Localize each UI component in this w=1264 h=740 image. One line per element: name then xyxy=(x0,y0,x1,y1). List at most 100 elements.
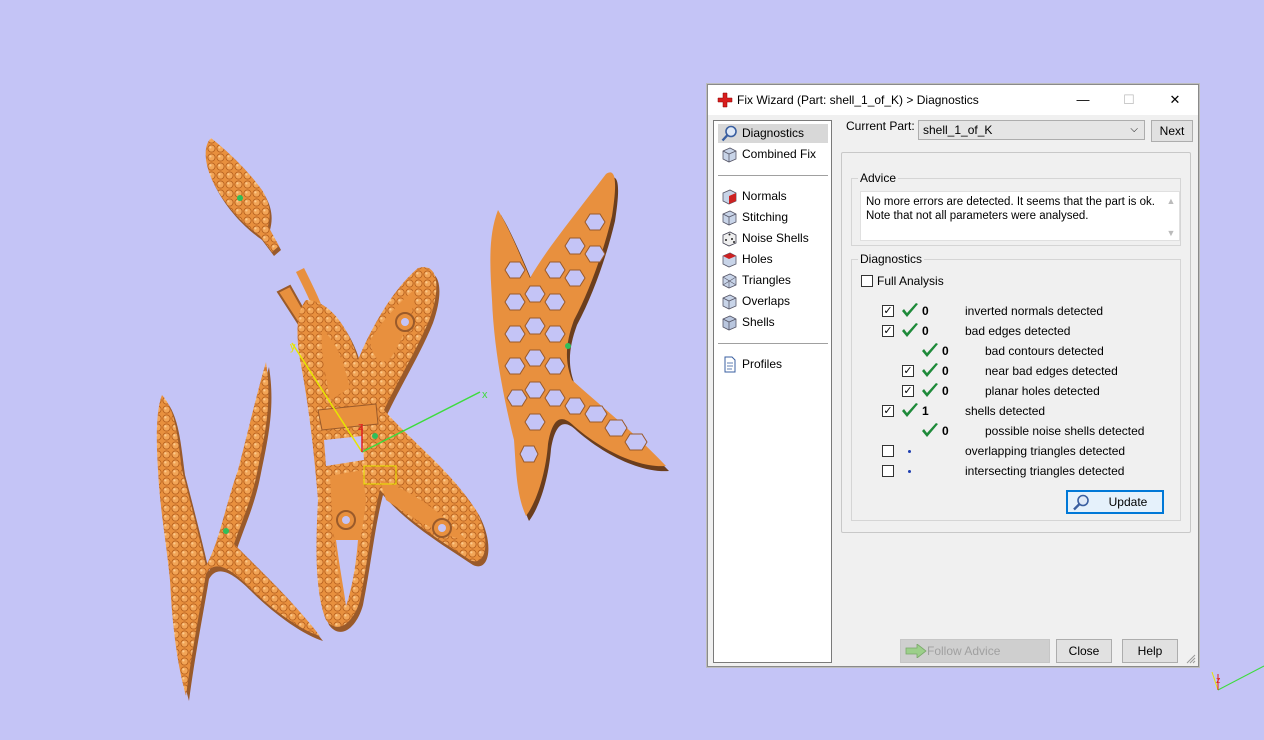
pending-dot-icon xyxy=(908,470,911,473)
model-letter-k-left xyxy=(156,362,323,701)
minimize-button[interactable]: — xyxy=(1060,85,1106,115)
nav-separator xyxy=(718,175,828,176)
follow-advice-button[interactable]: Follow Advice xyxy=(900,639,1050,663)
nav-item-shells[interactable]: Shells xyxy=(718,313,828,332)
nav-item-diagnostics[interactable]: Diagnostics xyxy=(718,124,828,143)
close-window-button[interactable]: ✕ xyxy=(1152,85,1198,115)
model-leaf-fragment xyxy=(205,138,281,256)
overlapping-triangles-checkbox[interactable] xyxy=(882,445,894,457)
inverted-normals-count: 0 xyxy=(922,304,929,318)
follow-advice-label: Follow Advice xyxy=(927,644,1001,658)
normals-cube-icon xyxy=(722,189,737,205)
diagnostics-panel: Advice No more errors are detected. It s… xyxy=(841,152,1191,533)
green-check-icon xyxy=(922,383,938,397)
full-analysis-checkbox[interactable] xyxy=(861,275,873,287)
update-label: Update xyxy=(1108,495,1148,509)
nav-item-stitching[interactable]: Stitching xyxy=(718,208,828,227)
nav-item-label: Triangles xyxy=(742,273,791,287)
shells-checkbox[interactable]: ✓ xyxy=(882,405,894,417)
near-bad-edges-count: 0 xyxy=(942,364,949,378)
nav-separator xyxy=(718,343,828,344)
advice-scrollbar[interactable]: ▲ ▼ xyxy=(1164,193,1178,239)
nav-item-label: Holes xyxy=(742,252,773,266)
advice-text-line: No more errors are detected. It seems th… xyxy=(866,196,1155,208)
update-button[interactable]: Update xyxy=(1066,490,1164,514)
red-cross-icon xyxy=(717,92,733,108)
magnifier-icon xyxy=(721,125,737,142)
advice-title: Advice xyxy=(858,171,899,185)
green-check-icon xyxy=(902,323,918,337)
close-button[interactable]: Close xyxy=(1056,639,1112,663)
nav-item-label: Noise Shells xyxy=(742,231,809,245)
inverted-normals-checkbox[interactable]: ✓ xyxy=(882,305,894,317)
nav-item-label: Diagnostics xyxy=(742,126,805,140)
model-letter-k-center xyxy=(276,267,489,632)
model-letter-k-honeycomb xyxy=(490,172,669,522)
near-bad-edges-label: near bad edges detected xyxy=(985,364,1118,378)
bad-contours-label: bad contours detected xyxy=(985,344,1104,358)
arrow-right-icon xyxy=(905,644,927,658)
intersecting-triangles-checkbox[interactable] xyxy=(882,465,894,477)
nav-item-profiles[interactable]: Profiles xyxy=(718,355,828,374)
nav-item-noise-shells[interactable]: Noise Shells xyxy=(718,229,828,248)
current-part-select[interactable]: shell_1_of_K ⌵ xyxy=(918,120,1145,140)
shells-label: shells detected xyxy=(965,404,1046,418)
nav-item-label: Combined Fix xyxy=(742,147,817,161)
svg-text:z: z xyxy=(358,421,364,433)
window-title: Fix Wizard (Part: shell_1_of_K) > Diagno… xyxy=(737,93,979,107)
nav-item-label: Shells xyxy=(742,315,775,329)
bad-contours-count: 0 xyxy=(942,344,949,358)
green-check-icon xyxy=(922,363,938,377)
help-button[interactable]: Help xyxy=(1122,639,1178,663)
planar-holes-checkbox[interactable]: ✓ xyxy=(902,385,914,397)
noise-shells-label: possible noise shells detected xyxy=(985,424,1145,438)
bad-edges-checkbox[interactable]: ✓ xyxy=(882,325,894,337)
intersecting-triangles-label: intersecting triangles detected xyxy=(965,464,1125,478)
planar-holes-count: 0 xyxy=(942,384,949,398)
nav-item-combined-fix[interactable]: Combined Fix xyxy=(718,145,828,164)
diagnostics-group: Diagnostics Full Analysis ✓ 0 inverted n… xyxy=(851,252,1181,521)
inverted-normals-label: inverted normals detected xyxy=(965,304,1104,318)
svg-text:z: z xyxy=(1216,675,1221,685)
nav-item-label: Overlaps xyxy=(742,294,791,308)
next-button[interactable]: Next xyxy=(1151,120,1193,142)
svg-text:x: x xyxy=(482,389,488,401)
resize-grip-icon[interactable] xyxy=(1186,654,1196,664)
maximize-button[interactable]: ☐ xyxy=(1106,85,1152,115)
dice-icon xyxy=(722,231,737,247)
overlapping-triangles-label: overlapping triangles detected xyxy=(965,444,1126,458)
shells-cube-icon xyxy=(722,315,737,331)
green-check-icon xyxy=(902,403,918,417)
fix-wizard-window: Fix Wizard (Part: shell_1_of_K) > Diagno… xyxy=(707,84,1199,667)
full-analysis-label: Full Analysis xyxy=(877,274,944,288)
nav-item-label: Normals xyxy=(742,189,787,203)
shells-count: 1 xyxy=(922,404,929,418)
current-part-label: Current Part: xyxy=(846,119,915,133)
near-bad-edges-checkbox[interactable]: ✓ xyxy=(902,365,914,377)
chevron-down-icon: ⌵ xyxy=(1130,124,1138,135)
current-part-value: shell_1_of_K xyxy=(923,123,993,137)
green-check-icon xyxy=(902,303,918,317)
bad-edges-label: bad edges detected xyxy=(965,324,1071,338)
nav-item-overlaps[interactable]: Overlaps xyxy=(718,292,828,311)
nav-item-holes[interactable]: Holes xyxy=(718,250,828,269)
cube-icon xyxy=(722,147,737,163)
overlaps-cube-icon xyxy=(722,294,737,310)
advice-text-box[interactable]: No more errors are detected. It seems th… xyxy=(860,191,1180,241)
noise-shells-count: 0 xyxy=(942,424,949,438)
corner-axes-indicator: z xyxy=(1211,665,1264,691)
planar-holes-label: planar holes detected xyxy=(985,384,1100,398)
nav-item-label: Profiles xyxy=(742,357,783,371)
diagnostics-title: Diagnostics xyxy=(858,252,925,266)
nav-item-normals[interactable]: Normals xyxy=(718,187,828,206)
bad-edges-count: 0 xyxy=(922,324,929,338)
nav-item-triangles[interactable]: Triangles xyxy=(718,271,828,290)
holes-cube-icon xyxy=(722,252,737,268)
green-check-icon xyxy=(922,423,938,437)
stitching-cube-icon xyxy=(722,210,737,226)
pending-dot-icon xyxy=(908,450,911,453)
wizard-nav-panel: Diagnostics Combined Fix Normals Stitchi… xyxy=(713,120,832,663)
nav-item-label: Stitching xyxy=(742,210,789,224)
advice-group: Advice No more errors are detected. It s… xyxy=(851,171,1181,246)
title-bar[interactable]: Fix Wizard (Part: shell_1_of_K) > Diagno… xyxy=(708,85,1198,115)
